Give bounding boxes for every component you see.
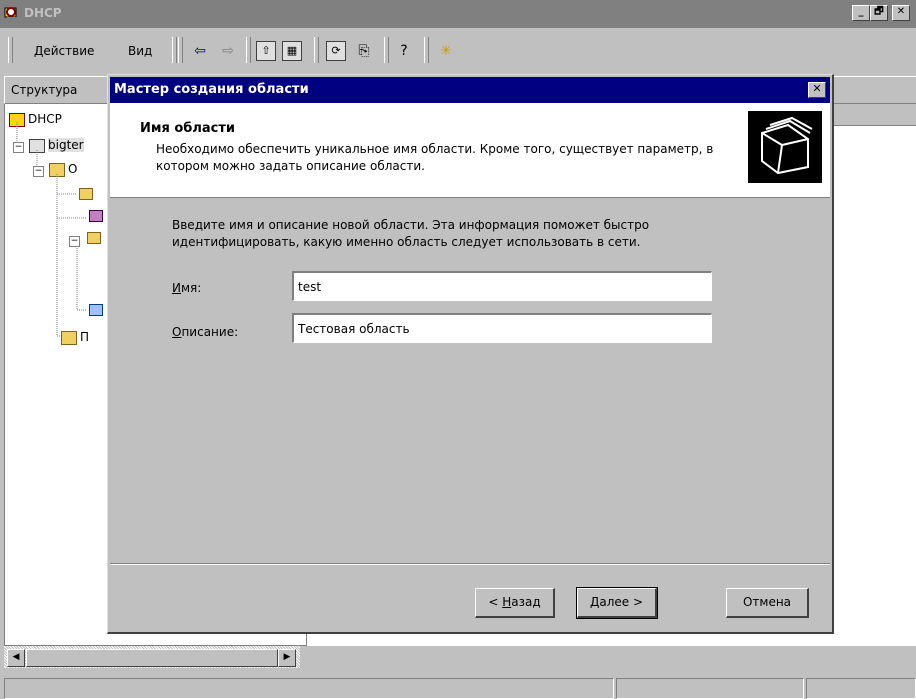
dialog-separator [110,563,830,565]
menu-view-label: Вид [128,44,153,58]
menu-action-label: Действие [34,44,95,58]
help-icon[interactable]: ? [394,41,414,61]
toolbar-separator [172,37,177,63]
toolbar-grip [8,37,13,63]
name-label-accel: И [172,281,181,295]
name-label-rest: мя: [180,281,202,295]
toolbar-separator [314,37,319,63]
back-prefix: < [488,595,503,609]
main-title-bar: DHCP _ 🗗 ✕ [0,0,916,28]
scroll-right-icon[interactable]: ▶ [278,649,296,667]
status-panel-main [4,678,614,699]
wizard-page-description: Необходимо обеспечить уникальное имя обл… [156,142,714,173]
scroll-thumb[interactable] [26,649,278,667]
dialog-close-button[interactable]: ✕ [808,82,826,98]
back-accel: Н [502,595,512,609]
toolbar-separator [424,37,429,63]
menu-action[interactable]: Действие [34,44,94,58]
wizard-instructions: Введите имя и описание новой области. Эт… [172,218,650,249]
wizard-folders-icon [748,111,822,183]
dialog-title-bar[interactable]: Мастер создания области ✕ [110,77,830,103]
status-panel [806,678,916,699]
toolbar-separator [384,37,389,63]
refresh-icon[interactable]: ⟳ [326,41,346,61]
description-label: Описание: [172,325,238,339]
scroll-left-icon[interactable]: ◀ [7,649,25,667]
next-button[interactable]: Далее > [576,587,658,619]
show-hide-tree-icon[interactable]: ▦ [282,41,302,61]
dialog-title: Мастер создания области [114,82,309,97]
up-level-icon[interactable]: ⇧ [256,41,276,61]
status-bar [0,675,916,699]
cancel-button[interactable]: Отмена [726,588,809,618]
back-rest: азад [511,595,541,609]
tree-header-label: Структура [11,83,78,97]
forward-arrow-icon[interactable]: ⇨ [218,41,238,61]
status-panel [616,678,804,699]
menu-view[interactable]: Вид [128,44,152,58]
toolbar-separator [178,37,183,63]
back-button[interactable]: < Назад [475,588,555,618]
new-scope-wizard-dialog: Мастер создания области ✕ Имя области Не… [107,74,834,634]
new-scope-star-icon[interactable]: ✳ [436,41,456,61]
scope-name-input[interactable] [292,271,712,301]
wizard-header: Имя области Необходимо обеспечить уникал… [110,103,830,198]
minimize-button[interactable]: _ [852,5,870,21]
scope-description-input[interactable] [292,313,712,343]
wizard-page-title: Имя области [140,121,236,136]
toolbar: Действие Вид ⇦ ⇨ ⇧ ▦ ⟳ ⎘ ? ✳ [0,34,916,68]
close-button[interactable]: ✕ [892,5,910,21]
back-arrow-icon[interactable]: ⇦ [190,41,210,61]
window-title: DHCP [24,6,62,20]
export-list-icon[interactable]: ⎘ [354,41,374,61]
dhcp-app-icon [4,7,17,20]
tree-horizontal-scrollbar[interactable]: ◀ ▶ [4,646,300,668]
description-label-rest: писание: [181,325,239,339]
toolbar-separator [246,37,251,63]
name-label: Имя: [172,281,201,295]
restore-button[interactable]: 🗗 [870,5,888,21]
